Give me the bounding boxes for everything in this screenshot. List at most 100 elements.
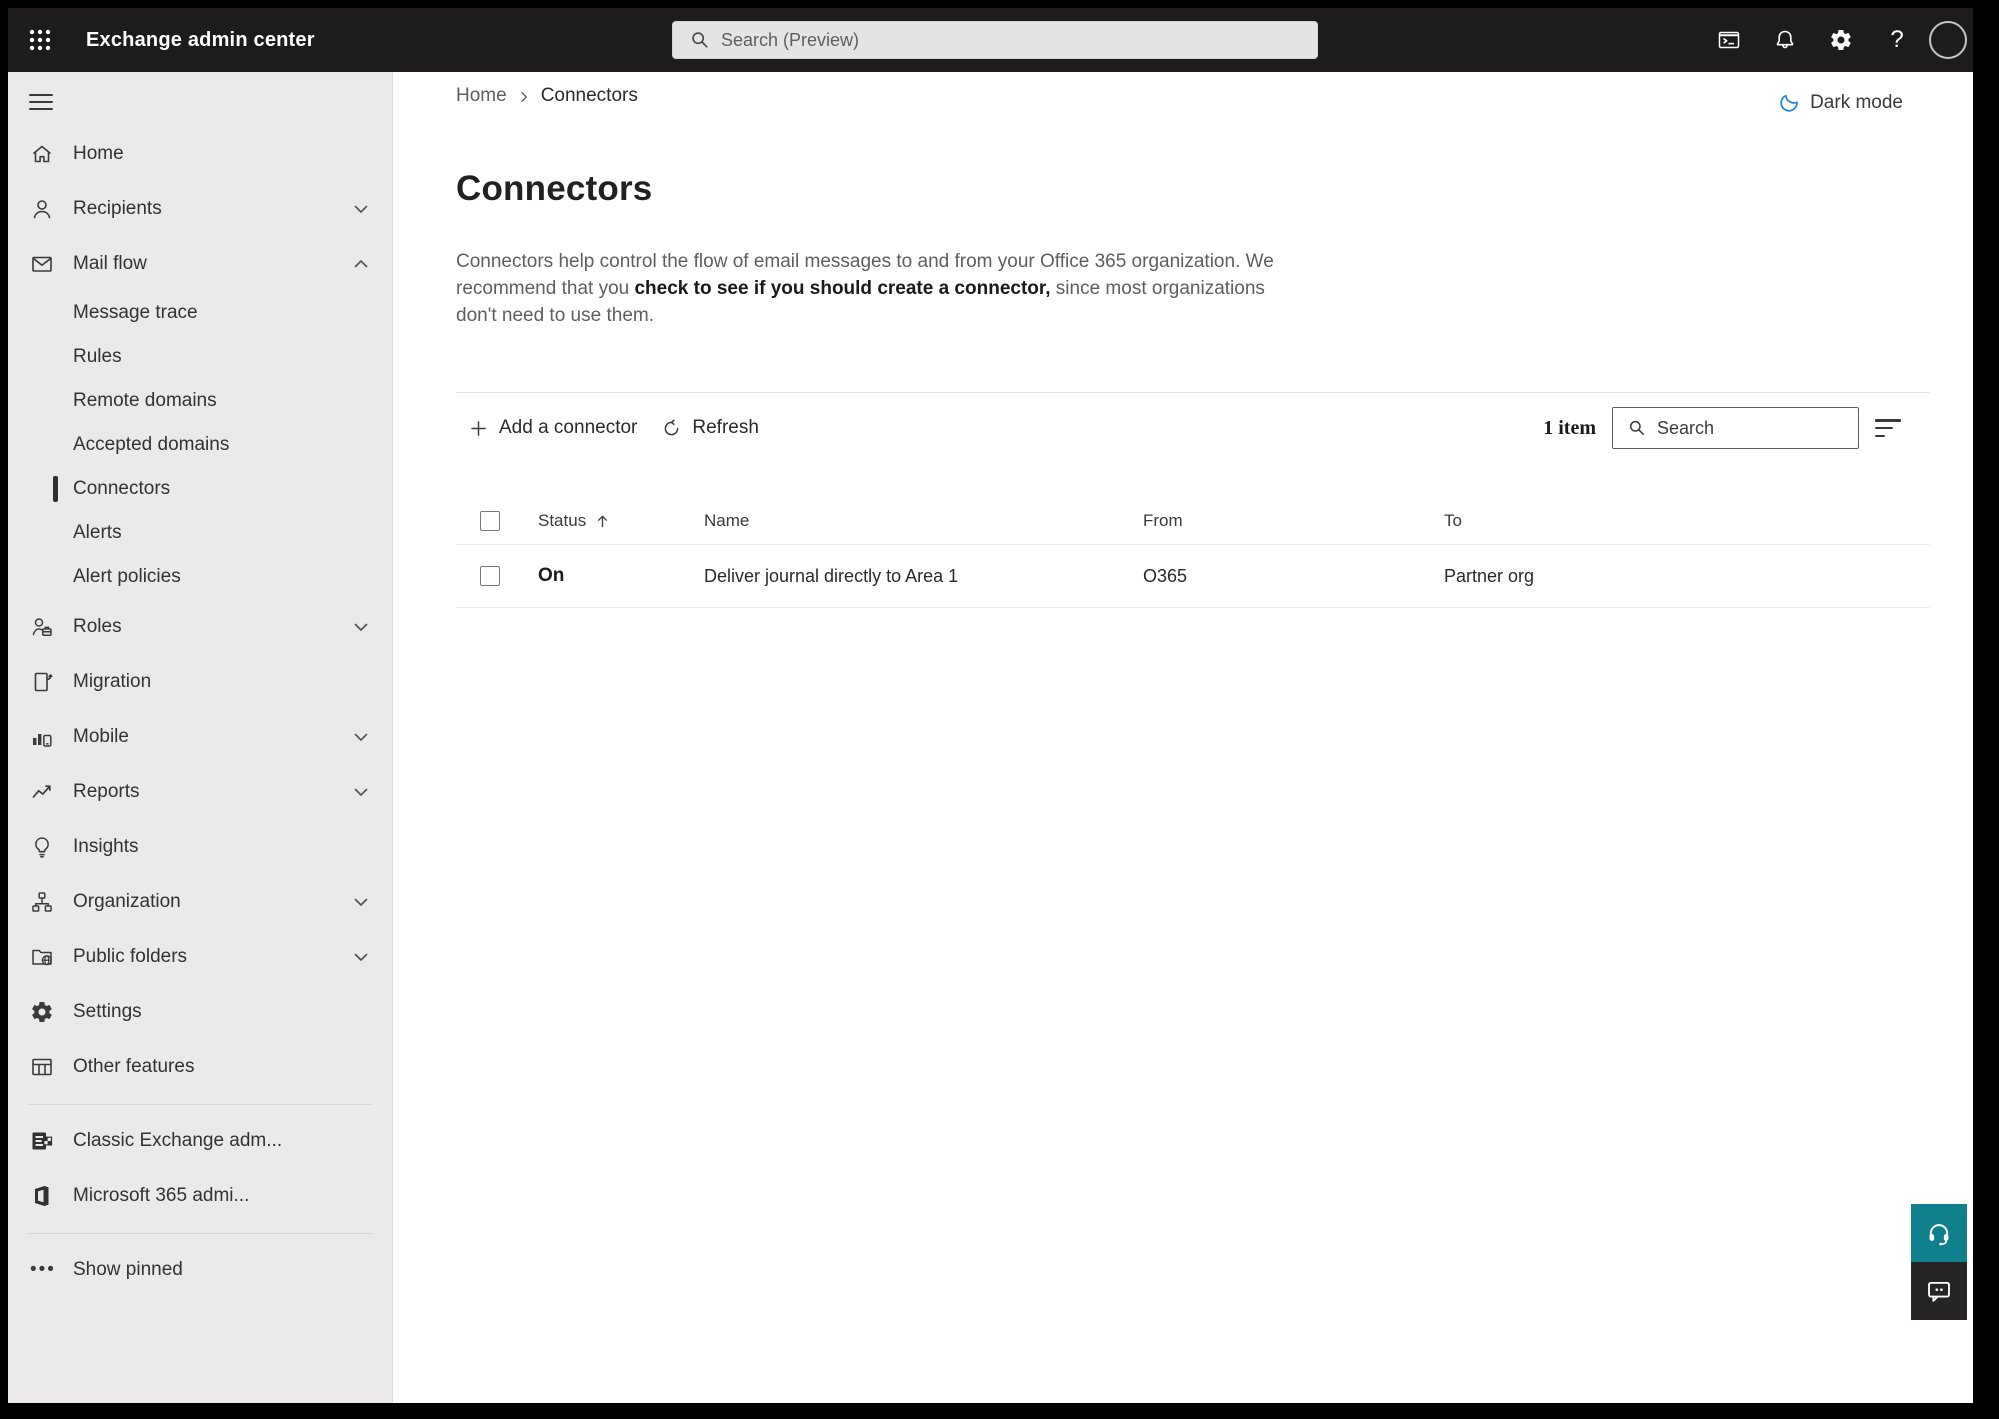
table-row[interactable]: On Deliver journal directly to Area 1 O3… [456, 545, 1930, 608]
chevron-down-icon [352, 948, 370, 966]
sidebar-item-remote-domains[interactable]: Remote domains [8, 379, 392, 423]
sidebar-item-home[interactable]: Home [8, 126, 392, 181]
sidebar-item-label: Insights [73, 835, 139, 857]
sidebar-divider [28, 1233, 372, 1234]
list-search-input[interactable] [1657, 417, 1848, 439]
sidebar-item-reports[interactable]: Reports [8, 764, 392, 819]
search-icon [689, 29, 711, 51]
sidebar-item-message-trace[interactable]: Message trace [8, 291, 392, 335]
sidebar-item-label: Microsoft 365 admi... [73, 1184, 250, 1206]
sidebar-item-show-pinned[interactable]: ••• Show pinned [8, 1242, 392, 1297]
sidebar-item-alert-policies[interactable]: Alert policies [8, 555, 392, 599]
sidebar-item-other-features[interactable]: Other features [8, 1039, 392, 1094]
chevron-down-icon [352, 200, 370, 218]
chevron-down-icon [352, 618, 370, 636]
app-title: Exchange admin center [86, 28, 315, 51]
sidebar-item-recipients[interactable]: Recipients [8, 181, 392, 236]
sidebar-item-label: Other features [73, 1055, 195, 1077]
dark-mode-toggle[interactable]: Dark mode [1778, 92, 1903, 114]
chevron-down-icon [352, 893, 370, 911]
folder-globe-icon [30, 945, 54, 969]
nav-collapse-button[interactable] [29, 94, 53, 110]
plus-icon [468, 418, 489, 439]
line-chart-icon [30, 780, 54, 804]
sidebar-item-label: Migration [73, 670, 152, 692]
sort-ascending-icon [595, 514, 610, 529]
row-checkbox[interactable] [480, 566, 500, 586]
cell-to: Partner org [1444, 565, 1535, 586]
sidebar-item-label: Settings [73, 1000, 142, 1022]
column-header-to[interactable]: To [1444, 511, 1930, 531]
sidebar-item-migration[interactable]: Migration [8, 654, 392, 709]
breadcrumb-home-link[interactable]: Home [456, 85, 507, 107]
sidebar-item-microsoft-365-admin[interactable]: Microsoft 365 admi... [8, 1168, 392, 1223]
select-all-checkbox[interactable] [480, 511, 500, 531]
column-header-from[interactable]: From [1143, 511, 1444, 531]
global-search-box[interactable] [672, 21, 1318, 59]
sidebar-item-label: Mobile [73, 725, 129, 747]
refresh-button[interactable]: Refresh [649, 408, 771, 448]
column-header-name[interactable]: Name [704, 511, 1143, 531]
floating-help-buttons [1911, 1204, 1967, 1320]
exchange-admin-center-window: Exchange admin center ? [8, 8, 1973, 1403]
left-nav: Home Recipients Mail flow Message trace … [8, 72, 393, 1403]
nav-list: Home Recipients Mail flow Message trace … [8, 126, 392, 1297]
notifications-button[interactable] [1757, 8, 1813, 72]
sidebar-item-organization[interactable]: Organization [8, 874, 392, 929]
chevron-down-icon [352, 728, 370, 746]
refresh-label: Refresh [692, 417, 759, 438]
breadcrumb: Home Connectors [456, 85, 638, 107]
sidebar-item-alerts[interactable]: Alerts [8, 511, 392, 555]
top-app-bar: Exchange admin center ? [8, 8, 1973, 72]
sidebar-item-public-folders[interactable]: Public folders [8, 929, 392, 984]
connectors-table: Status Name From To On Deliver journal d… [456, 498, 1930, 608]
headset-icon [1926, 1220, 1952, 1246]
sidebar-item-settings[interactable]: Settings [8, 984, 392, 1039]
exchange-logo-icon [30, 1129, 54, 1153]
item-count: 1 item [1543, 416, 1596, 439]
cell-status: On [538, 565, 565, 586]
settings-button[interactable] [1813, 8, 1869, 72]
filter-sort-icon[interactable] [1875, 417, 1902, 439]
sidebar-item-label: Alerts [73, 522, 122, 543]
sidebar-item-label: Remote domains [73, 390, 217, 411]
sidebar-item-accepted-domains[interactable]: Accepted domains [8, 423, 392, 467]
sidebar-item-classic-exchange-admin[interactable]: Classic Exchange adm... [8, 1113, 392, 1168]
cell-from: O365 [1143, 565, 1188, 586]
help-icon: ? [1890, 26, 1904, 53]
refresh-icon [661, 418, 682, 439]
description-emphasis: check to see if you should create a conn… [634, 278, 1051, 299]
powershell-button[interactable] [1701, 8, 1757, 72]
global-search-input[interactable] [721, 29, 1305, 51]
person-briefcase-icon [30, 615, 54, 639]
page-arrow-icon [30, 670, 54, 694]
dark-mode-label: Dark mode [1810, 92, 1903, 113]
help-button[interactable]: ? [1869, 8, 1925, 72]
column-header-status[interactable]: Status [538, 511, 704, 531]
sidebar-item-label: Roles [73, 615, 122, 637]
page-title: Connectors [456, 169, 653, 208]
sidebar-item-rules[interactable]: Rules [8, 335, 392, 379]
sidebar-item-label: Rules [73, 346, 122, 367]
main-content: Home Connectors Dark mode Connectors Con… [394, 72, 1973, 1403]
sidebar-divider [28, 1104, 372, 1105]
sidebar-item-label: Accepted domains [73, 434, 230, 455]
add-connector-button[interactable]: Add a connector [456, 408, 649, 448]
sidebar-item-insights[interactable]: Insights [8, 819, 392, 874]
account-avatar[interactable] [1929, 21, 1967, 59]
breadcrumb-current: Connectors [540, 85, 638, 106]
sidebar-item-mail-flow[interactable]: Mail flow [8, 236, 392, 291]
sidebar-item-label: Classic Exchange adm... [73, 1129, 283, 1151]
list-search-box[interactable] [1612, 407, 1859, 449]
waffle-icon [29, 29, 51, 51]
mail-icon [30, 252, 54, 276]
sidebar-item-label: Message trace [73, 302, 198, 323]
sidebar-item-mobile[interactable]: Mobile [8, 709, 392, 764]
sidebar-item-connectors[interactable]: Connectors [8, 467, 392, 511]
sidebar-item-label: Organization [73, 890, 181, 912]
support-button[interactable] [1911, 1204, 1967, 1262]
app-launcher-button[interactable] [8, 8, 72, 72]
feedback-button[interactable] [1911, 1262, 1967, 1320]
topbar-actions: ? [1701, 8, 1967, 72]
sidebar-item-roles[interactable]: Roles [8, 599, 392, 654]
